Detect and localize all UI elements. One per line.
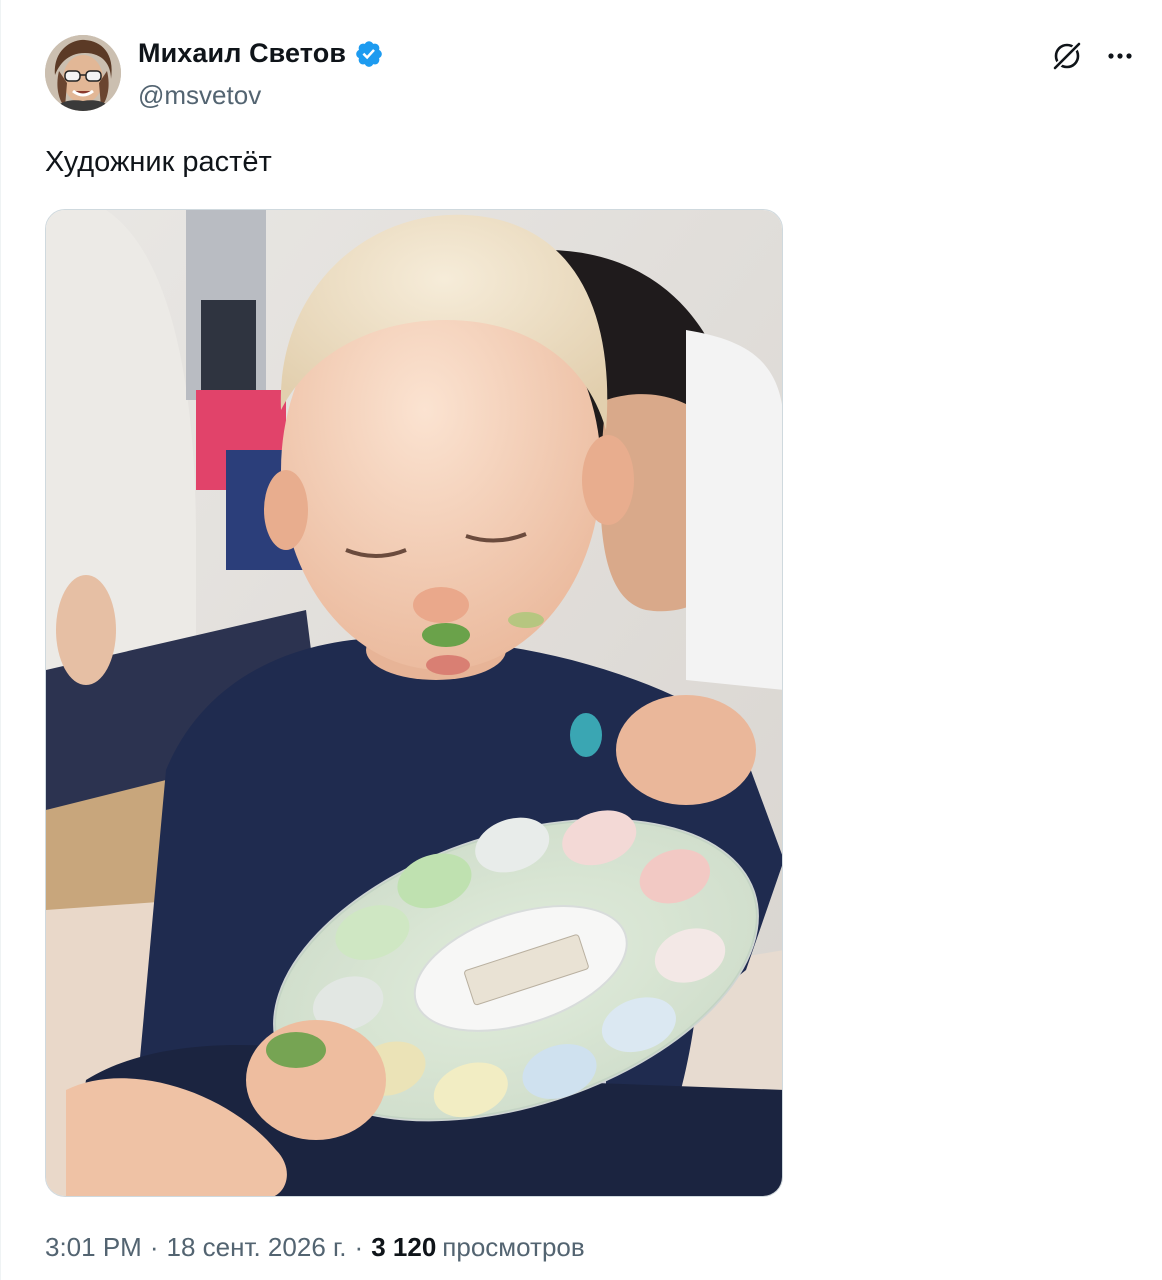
more-dots-icon[interactable] — [1101, 37, 1139, 75]
avatar[interactable] — [45, 35, 121, 111]
grok-icon[interactable] — [1048, 37, 1086, 75]
author-handle[interactable]: @msvetov — [138, 80, 261, 111]
tweet-meta: 3:01 PM · 18 сент. 2026 г. · 3 120 просм… — [45, 1232, 585, 1263]
views-label: просмотров — [442, 1232, 585, 1262]
author-display-name[interactable]: Михаил Светов — [138, 38, 346, 69]
tweet-card: Михаил Светов @msvetov Художник растёт 3… — [0, 0, 1162, 1280]
tweet-time[interactable]: 3:01 PM — [45, 1232, 142, 1263]
author-name-row[interactable]: Михаил Светов — [138, 38, 384, 69]
views-count[interactable]: 3 120 — [371, 1232, 436, 1263]
verified-badge-icon[interactable] — [354, 39, 384, 69]
tweet-date[interactable]: 18 сент. 2026 г. — [167, 1232, 347, 1263]
meta-separator: · — [149, 1232, 159, 1262]
tweet-text: Художник растёт — [45, 146, 272, 178]
tweet-photo[interactable] — [45, 209, 783, 1197]
meta-separator: · — [354, 1232, 364, 1262]
